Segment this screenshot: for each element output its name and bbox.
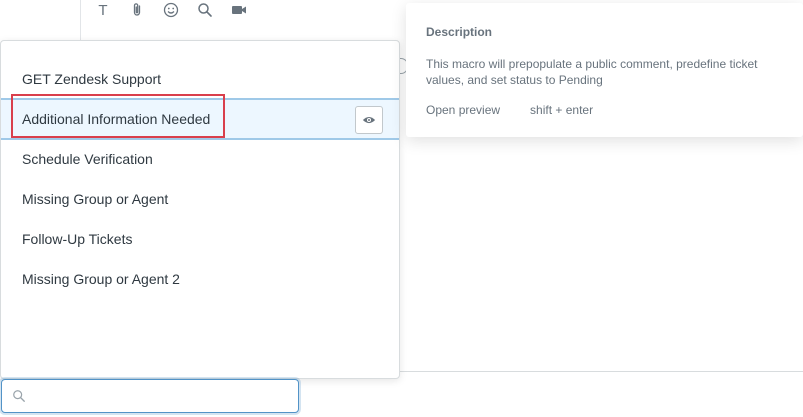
- macro-item[interactable]: Missing Group or Agent: [1, 179, 399, 219]
- attachment-icon[interactable]: [126, 0, 148, 20]
- macro-item-label: Follow-Up Tickets: [22, 231, 133, 247]
- macro-dropdown: GET Zendesk Support Additional Informati…: [0, 40, 400, 379]
- macro-item[interactable]: GET Zendesk Support: [1, 59, 399, 99]
- macro-search-input[interactable]: [32, 386, 286, 408]
- macro-item-label: Schedule Verification: [22, 151, 153, 167]
- macro-item-label: Additional Information Needed: [22, 111, 211, 127]
- macro-description-panel: Description This macro will prepopulate …: [406, 3, 803, 137]
- composer-toolbar: T: [92, 0, 250, 20]
- eye-icon: [362, 116, 376, 124]
- text-format-glyph: T: [98, 1, 108, 19]
- macro-item-active[interactable]: Additional Information Needed: [1, 98, 399, 140]
- preview-button[interactable]: [355, 106, 383, 134]
- macro-item[interactable]: Schedule Verification: [1, 139, 399, 179]
- emoji-icon[interactable]: [160, 0, 182, 20]
- description-text: This macro will prepopulate a public com…: [426, 57, 758, 87]
- macro-item-label: GET Zendesk Support: [22, 71, 162, 87]
- open-preview-link[interactable]: Open preview: [426, 103, 500, 117]
- macro-item[interactable]: Missing Group or Agent 2: [1, 259, 399, 299]
- text-format-icon[interactable]: T: [92, 0, 114, 20]
- macro-item-label: Missing Group or Agent: [22, 191, 169, 207]
- macro-item-label: Missing Group or Agent 2: [22, 271, 180, 287]
- macro-item[interactable]: Follow-Up Tickets: [1, 219, 399, 259]
- search-icon[interactable]: [194, 0, 216, 20]
- description-actions: Open preview shift + enter: [426, 103, 593, 117]
- description-title: Description: [426, 25, 493, 39]
- keyboard-shortcut: shift + enter: [530, 103, 594, 117]
- video-icon[interactable]: [228, 0, 250, 20]
- search-icon: [13, 390, 25, 402]
- macro-search-field[interactable]: [1, 379, 299, 413]
